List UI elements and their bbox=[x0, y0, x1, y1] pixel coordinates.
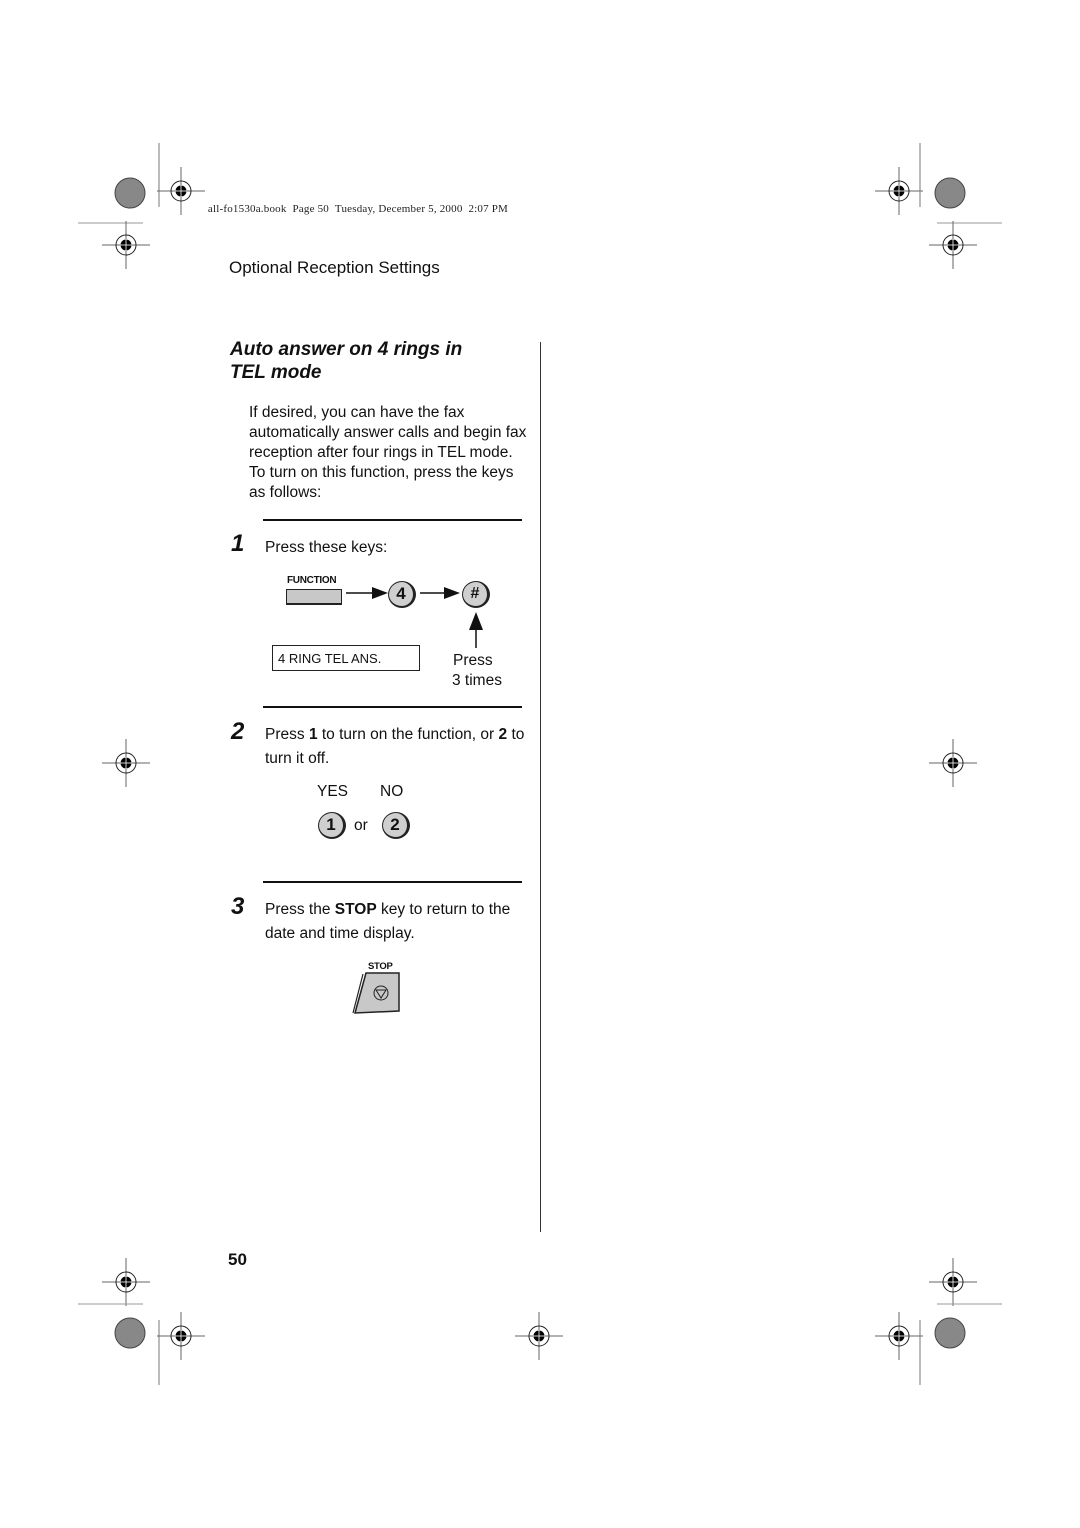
stop-key-icon bbox=[352, 972, 400, 1014]
registration-mark-icon bbox=[874, 166, 924, 216]
no-label: NO bbox=[380, 783, 404, 800]
function-key bbox=[286, 589, 342, 605]
function-key-label: FUNCTION bbox=[287, 575, 337, 586]
registration-mark-icon bbox=[514, 1311, 564, 1361]
section-title-line2: TEL mode bbox=[230, 362, 322, 383]
step-divider bbox=[263, 881, 522, 883]
step-divider bbox=[263, 706, 522, 708]
text: to turn on the function, or bbox=[317, 726, 499, 743]
registration-starburst-icon bbox=[114, 1317, 146, 1349]
key-ref: 2 bbox=[498, 726, 508, 743]
step-number: 1 bbox=[231, 530, 245, 557]
arrow-up-icon bbox=[469, 612, 483, 648]
registration-mark-icon bbox=[101, 1257, 151, 1307]
step-text: Press 1 to turn on the function, or 2 to… bbox=[265, 723, 525, 771]
key-hash: # bbox=[462, 581, 490, 608]
slug-file: all-fo1530a.book bbox=[207, 203, 287, 215]
text: Press bbox=[265, 726, 309, 743]
registration-mark-icon bbox=[156, 1311, 206, 1361]
key-2: 2 bbox=[382, 812, 410, 839]
stop-key-label: STOP bbox=[368, 961, 393, 972]
key-1: 1 bbox=[318, 812, 346, 839]
key-4: 4 bbox=[388, 581, 416, 608]
registration-mark-icon bbox=[928, 738, 978, 788]
press-note-line1: Press bbox=[453, 652, 493, 669]
yes-label: YES bbox=[317, 783, 349, 800]
print-slug: all-fo1530a.book Page 50 Tuesday, Decemb… bbox=[202, 191, 508, 215]
press-note-line2: 3 times bbox=[452, 672, 502, 689]
registration-starburst-icon bbox=[934, 177, 966, 209]
section-title: Auto answer on 4 rings in TEL mode bbox=[230, 338, 530, 384]
slug-page: Page 50 bbox=[292, 203, 330, 215]
step-number: 3 bbox=[231, 893, 245, 920]
step-divider bbox=[263, 519, 522, 521]
intro-paragraph: If desired, you can have the fax automat… bbox=[249, 404, 527, 501]
registration-mark-icon bbox=[928, 220, 978, 270]
slug-time: 2:07 PM bbox=[468, 203, 509, 215]
registration-starburst-icon bbox=[934, 1317, 966, 1349]
step-number: 2 bbox=[231, 718, 245, 745]
registration-mark-icon bbox=[101, 738, 151, 788]
running-header: Optional Reception Settings bbox=[229, 258, 440, 277]
registration-mark-icon bbox=[874, 1311, 924, 1361]
key-ref: STOP bbox=[334, 901, 377, 918]
registration-mark-icon bbox=[101, 220, 151, 270]
text: Press the bbox=[265, 901, 335, 918]
registration-mark-icon bbox=[928, 1257, 978, 1307]
page-number: 50 bbox=[228, 1250, 247, 1269]
lcd-display: 4 RING TEL ANS. bbox=[272, 645, 420, 671]
arrow-right-icon bbox=[420, 587, 460, 599]
or-label: or bbox=[354, 817, 368, 834]
column-divider bbox=[540, 342, 541, 1232]
registration-starburst-icon bbox=[114, 177, 146, 209]
arrow-right-icon bbox=[346, 587, 388, 599]
key-ref: 1 bbox=[308, 726, 318, 743]
registration-mark-icon bbox=[156, 166, 206, 216]
slug-date: Tuesday, December 5, 2000 bbox=[334, 203, 463, 215]
section-title-line1: Auto answer on 4 rings in bbox=[230, 339, 463, 360]
step-text: Press these keys: bbox=[265, 539, 388, 556]
step-text: Press the STOP key to return to the date… bbox=[265, 898, 525, 946]
